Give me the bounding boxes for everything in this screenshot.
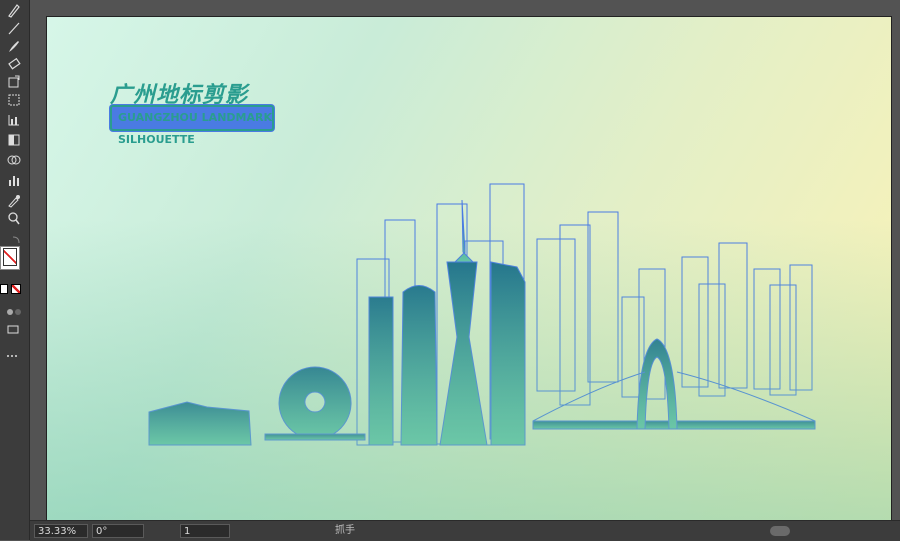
tools-panel bbox=[0, 0, 30, 540]
circle-tower bbox=[264, 366, 366, 441]
zoom-field[interactable]: 33.33% bbox=[34, 524, 88, 538]
default-colors-icon[interactable] bbox=[0, 284, 24, 296]
pen-icon[interactable] bbox=[5, 2, 23, 18]
guangzhou-skyline-illustration[interactable] bbox=[47, 17, 891, 523]
blend-icon[interactable] bbox=[5, 152, 23, 168]
graph-icon[interactable] bbox=[5, 112, 23, 128]
rotate-icon[interactable] bbox=[5, 74, 23, 90]
chart-icon[interactable] bbox=[5, 172, 23, 188]
scale-icon[interactable] bbox=[5, 92, 23, 108]
zoom-icon[interactable] bbox=[5, 210, 23, 226]
current-tool-label[interactable]: 抓手 bbox=[335, 524, 355, 538]
fill-stroke-icon[interactable] bbox=[0, 246, 22, 274]
line-icon[interactable] bbox=[5, 20, 23, 36]
gradient-icon[interactable] bbox=[5, 132, 23, 148]
rotation-field[interactable]: 0° bbox=[92, 524, 144, 538]
status-bar: 33.33% 0° 1 抓手 bbox=[30, 520, 900, 541]
lattice-tower bbox=[400, 285, 438, 446]
tall-tower bbox=[368, 296, 394, 446]
pixel-block-building bbox=[148, 401, 252, 446]
more-tools-icon[interactable] bbox=[5, 348, 23, 364]
eyedropper-icon[interactable] bbox=[5, 192, 23, 208]
brush-icon[interactable] bbox=[5, 38, 23, 54]
artboard[interactable]: 广州地标剪影 GUANGZHOU LANDMARK SILHOUETTE bbox=[46, 16, 892, 524]
eraser-icon[interactable] bbox=[5, 56, 23, 72]
document-canvas[interactable]: 广州地标剪影 GUANGZHOU LANDMARK SILHOUETTE bbox=[30, 0, 900, 524]
horizontal-scrollbar-thumb[interactable] bbox=[770, 526, 790, 536]
twin-skyscraper bbox=[490, 261, 526, 446]
screen-mode-icon[interactable] bbox=[5, 322, 23, 338]
artboard-number-field[interactable]: 1 bbox=[180, 524, 230, 538]
canton-tower bbox=[439, 199, 488, 446]
draw-mode-icon[interactable] bbox=[5, 304, 23, 320]
